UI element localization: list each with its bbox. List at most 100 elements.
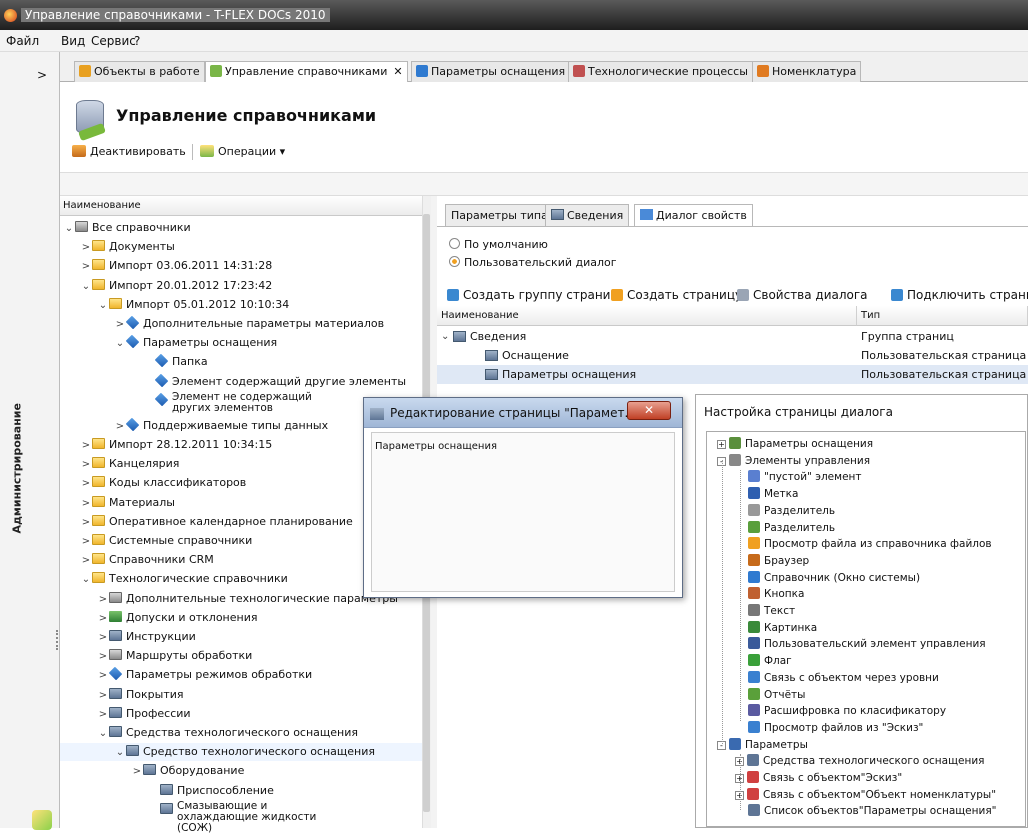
tree-item[interactable]: > Дополнительные параметры материалов — [114, 315, 384, 333]
expand-toggle[interactable]: > — [97, 648, 109, 666]
tree-item[interactable]: > Поддерживаемые типы данных — [114, 417, 328, 435]
collapse-toggle[interactable]: ⌄ — [114, 744, 126, 762]
controls-tree-item[interactable]: Связь с объектом через уровни — [735, 670, 939, 685]
menu-file[interactable]: Файл — [6, 34, 39, 48]
controls-tree-item[interactable]: "пустой" элемент — [735, 470, 862, 484]
tree-item[interactable]: > Инструкции — [97, 628, 196, 646]
expand-toggle[interactable]: > — [80, 475, 92, 493]
expand-toggle[interactable]: > — [97, 706, 109, 724]
tab-manage-directories[interactable]: Управление справочниками ✕ — [205, 61, 408, 83]
controls-tree-item[interactable]: Просмотр файла из справочника файлов — [735, 537, 992, 551]
collapse-toggle[interactable]: ⌄ — [97, 725, 109, 743]
expand-toggle[interactable]: > — [80, 258, 92, 276]
controls-tree-item[interactable]: + Связь с объектом"Эскиз" — [735, 771, 902, 785]
dialog-properties-button[interactable]: Свойства диалога — [737, 288, 868, 302]
tree-item[interactable]: > Профессии — [97, 705, 191, 723]
controls-tree-item[interactable]: Картинка — [735, 620, 817, 635]
operations-menu-button[interactable]: Операции ▾ — [200, 145, 285, 158]
tab-tech-processes[interactable]: Технологические процессы — [568, 61, 753, 82]
tree-item[interactable]: ⌄ Средство технологического оснащения — [60, 743, 422, 762]
tree-item[interactable]: > Маршруты обработки — [97, 647, 252, 665]
expand-toggle[interactable]: > — [97, 591, 109, 609]
tree-item[interactable]: > Справочники CRM — [80, 551, 214, 569]
controls-tree-item[interactable]: Справочник (Окно системы) — [735, 570, 920, 585]
tree-item[interactable]: ⌄ Импорт 05.01.2012 10:10:34 — [97, 296, 289, 314]
deactivate-button[interactable]: Деактивировать — [72, 145, 186, 158]
grid-row[interactable]: Оснащение Пользовательская страница — [437, 346, 1028, 365]
tree-item[interactable]: ⌄ Все справочники — [63, 219, 191, 237]
tree-item[interactable]: > Коды классификаторов — [80, 474, 246, 492]
controls-tree-item[interactable]: Разделитель — [735, 503, 835, 518]
tab-type-params[interactable]: Параметры типа — [445, 204, 554, 226]
tree-item[interactable]: > Документы — [80, 238, 175, 256]
tree-item[interactable]: > Покрытия — [97, 686, 184, 704]
collapse-toggle[interactable]: ⌄ — [97, 297, 109, 315]
expand-toggle[interactable]: > — [80, 437, 92, 455]
controls-tree-item[interactable]: Просмотр файлов из "Эскиз" — [735, 720, 923, 735]
admin-icon[interactable] — [32, 810, 52, 830]
tree-item[interactable]: > Параметры режимов обработки — [97, 666, 312, 684]
collapse-toggle[interactable]: ⌄ — [80, 278, 92, 296]
expand-toggle[interactable]: > — [97, 667, 109, 685]
grid-row-selected[interactable]: Параметры оснащения Пользовательская стр… — [437, 365, 1028, 384]
controls-tree-item[interactable]: - Элементы управления — [717, 453, 870, 468]
connect-page-button[interactable]: Подключить страни — [891, 288, 1028, 302]
create-page-button[interactable]: Создать страницу — [611, 288, 742, 302]
expand-toggle[interactable]: > — [80, 239, 92, 257]
expand-toggle[interactable]: > — [80, 552, 92, 570]
expand-toggle[interactable]: > — [114, 418, 126, 436]
controls-tree-item[interactable]: + Средства технологического оснащения — [735, 754, 984, 768]
tree-item[interactable]: ⌄ Технологические справочники — [80, 570, 288, 588]
tree-item[interactable]: > Материалы — [80, 494, 175, 512]
tree-item[interactable]: Папка — [143, 353, 208, 371]
expand-toggle[interactable]: > — [97, 629, 109, 647]
tree-item[interactable]: > Допуски и отклонения — [97, 609, 257, 627]
tree-column-header[interactable]: Наименование — [60, 196, 431, 216]
tab-nomenclature[interactable]: Номенклатура — [752, 61, 862, 82]
expand-toggle[interactable]: > — [80, 456, 92, 474]
grid-header-name[interactable]: Наименование — [437, 306, 857, 326]
tab-equipment-params[interactable]: Параметры оснащения — [411, 61, 571, 82]
grid-header-type[interactable]: Тип — [857, 306, 1028, 326]
sidebar-grip[interactable] — [56, 630, 58, 650]
tree-item[interactable]: ⌄ Средства технологического оснащения — [97, 724, 358, 742]
expand-toggle[interactable]: > — [114, 316, 126, 334]
collapse-toggle[interactable]: ⌄ — [441, 327, 449, 346]
tree-item[interactable]: ⌄ Импорт 20.01.2012 17:23:42 — [80, 277, 272, 295]
expand-toggle[interactable]: > — [131, 763, 143, 781]
controls-tree-item[interactable]: Метка — [735, 487, 798, 501]
create-page-group-button[interactable]: Создать группу страниц — [447, 288, 619, 302]
tree-item[interactable]: ⌄ Параметры оснащения — [114, 334, 277, 352]
controls-tree-item[interactable]: Отчёты — [735, 687, 805, 702]
controls-tree-item[interactable]: Разделитель — [735, 520, 835, 535]
collapse-toggle[interactable]: ⌄ — [114, 335, 126, 353]
dialog-close-button[interactable]: ✕ — [627, 401, 671, 420]
controls-tree-item[interactable]: Браузер — [735, 553, 809, 568]
tree-item[interactable]: > Канцелярия — [80, 455, 179, 473]
expand-toggle[interactable]: > — [80, 495, 92, 513]
controls-tree-item[interactable]: Кнопка — [735, 587, 804, 601]
tree-item[interactable]: Приспособление — [148, 782, 274, 800]
close-icon[interactable]: ✕ — [393, 65, 402, 78]
dialog-title-bar[interactable]: Редактирование страницы "Парамет... ✕ — [364, 398, 682, 428]
tree-item[interactable]: > Системные справочники — [80, 532, 252, 550]
controls-tree-item[interactable]: Флаг — [735, 654, 792, 668]
controls-tree-item[interactable]: Расшифровка по класификатору — [735, 704, 946, 718]
controls-tree-item[interactable]: Список объектов"Параметры оснащения" — [735, 804, 996, 818]
tree-item[interactable]: > Оперативное календарное планирование — [80, 513, 353, 531]
radio-default[interactable]: По умолчанию — [449, 238, 548, 251]
sidebar-label[interactable]: Администрирование — [11, 403, 24, 533]
expand-toggle[interactable]: > — [97, 687, 109, 705]
controls-tree-item[interactable]: Пользовательский элемент управления — [735, 637, 986, 651]
tab-info[interactable]: Сведения — [545, 204, 630, 226]
menu-view[interactable]: Вид — [61, 34, 85, 48]
tab-properties-dialog[interactable]: Диалог свойств — [634, 204, 753, 226]
menu-help[interactable]: ? — [134, 34, 140, 48]
tree-item[interactable]: Смазывающие и охлаждающие жидкости (СОЖ) — [148, 800, 327, 833]
tree-item[interactable]: > Импорт 03.06.2011 14:31:28 — [80, 257, 272, 275]
tab-objects-in-work[interactable]: Объекты в работе — [74, 61, 205, 82]
expand-toggle[interactable]: > — [80, 514, 92, 532]
radio-custom-dialog[interactable]: Пользовательский диалог — [449, 256, 617, 269]
sidebar-expand-button[interactable]: > — [37, 68, 47, 82]
controls-tree-item[interactable]: Текст — [735, 604, 795, 618]
